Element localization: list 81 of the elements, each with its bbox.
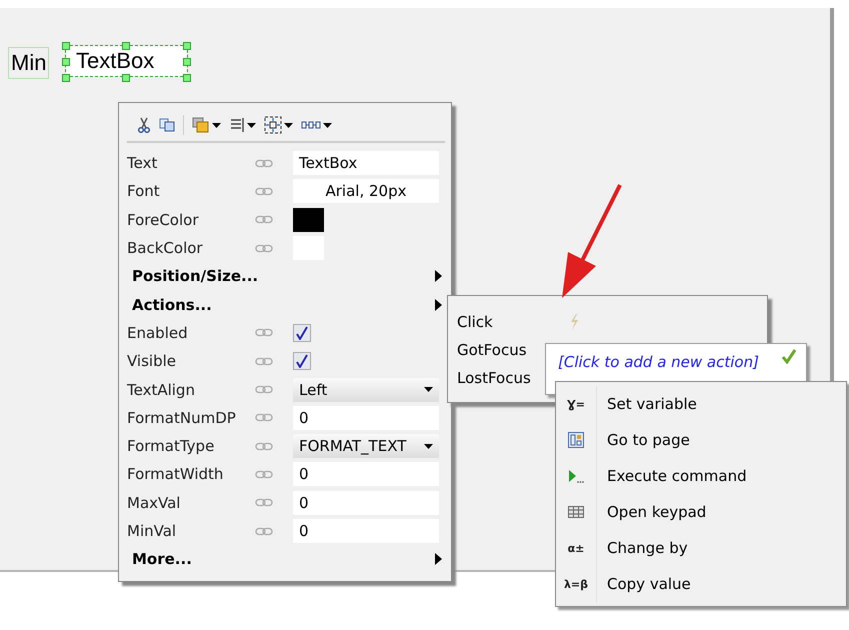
submenu-item[interactable]: Position/Size...	[127, 263, 445, 290]
checkbox[interactable]	[293, 352, 311, 370]
text-box-widget[interactable]: TextBox	[66, 46, 187, 76]
submenu-arrow-icon	[435, 553, 442, 566]
property-label: Text	[127, 154, 158, 172]
size-dropdown[interactable]	[264, 116, 293, 134]
property-label: TextAlign	[127, 380, 196, 399]
caret-icon	[424, 444, 433, 449]
property-label: FormatNumDP	[127, 408, 237, 427]
resize-handle[interactable]	[62, 74, 70, 82]
event-item[interactable]: LostFocus	[457, 369, 543, 387]
add-action-link[interactable]: [Click to add a new action]	[558, 353, 759, 371]
link-icon[interactable]	[255, 356, 273, 366]
property-value-field[interactable]: 0	[293, 406, 439, 430]
menu-item[interactable]: Set variable	[596, 386, 697, 422]
menu-item[interactable]: Execute command	[596, 458, 747, 494]
resize-handle[interactable]	[62, 42, 70, 50]
label-widget[interactable]: Min	[8, 47, 50, 79]
submenu-item[interactable]: Actions...	[127, 292, 445, 318]
menu-item[interactable]: Go to page	[596, 422, 690, 458]
submenu-item[interactable]: More...	[127, 546, 445, 572]
resize-handle[interactable]	[122, 74, 130, 82]
link-icon[interactable]	[255, 442, 273, 451]
property-label: FormatWidth	[127, 465, 224, 484]
event-item[interactable]: GotFocus	[457, 341, 543, 359]
property-value-field[interactable]: Arial, 20px	[293, 179, 439, 204]
property-dropdown[interactable]: Left	[293, 378, 439, 402]
caret-icon	[323, 122, 332, 128]
link-icon[interactable]	[255, 498, 273, 508]
property-label: Visible	[127, 352, 177, 370]
lightning-icon	[569, 314, 579, 330]
caret-icon	[247, 122, 256, 128]
property-label: MaxVal	[127, 494, 182, 512]
property-dropdown[interactable]: FORMAT_TEXT	[293, 434, 439, 458]
property-label: BackColor	[127, 239, 204, 258]
link-icon[interactable]	[255, 215, 273, 224]
menu-item[interactable]: Open keypad	[596, 494, 706, 530]
check-icon[interactable]	[781, 348, 797, 364]
checkbox[interactable]	[293, 324, 311, 342]
link-icon[interactable]	[255, 158, 273, 168]
submenu-arrow-icon	[435, 298, 442, 311]
link-icon[interactable]	[255, 413, 273, 422]
symbol-icon: λ=β	[564, 578, 588, 590]
resize-handle[interactable]	[62, 58, 70, 66]
property-label: MinVal	[127, 522, 178, 540]
property-value-field[interactable]: 0	[293, 519, 439, 543]
link-icon[interactable]	[255, 186, 273, 196]
property-label: ForeColor	[127, 210, 200, 229]
resize-handle[interactable]	[183, 58, 191, 66]
property-label: Enabled	[127, 324, 189, 342]
property-value-field[interactable]: 0	[293, 490, 439, 515]
property-value-field[interactable]: TextBox	[293, 151, 439, 176]
resize-handle[interactable]	[122, 42, 130, 50]
caret-icon	[424, 387, 433, 392]
caret-icon	[284, 122, 293, 128]
play-icon	[568, 468, 584, 484]
caret-icon	[212, 122, 221, 128]
link-icon[interactable]	[255, 385, 273, 394]
event-item[interactable]: Click	[457, 313, 543, 331]
cut-icon[interactable]	[137, 117, 151, 133]
property-value-field[interactable]: 0	[293, 462, 439, 486]
link-icon[interactable]	[255, 328, 273, 338]
symbol-icon: Ɣ=	[567, 398, 585, 410]
page-icon	[568, 432, 584, 448]
link-icon[interactable]	[255, 470, 273, 479]
resize-handle[interactable]	[183, 74, 191, 82]
symbol-icon: α±	[568, 542, 584, 554]
copy-icon[interactable]	[159, 118, 175, 132]
submenu-arrow-icon	[435, 270, 442, 282]
color-swatch[interactable]	[293, 208, 324, 232]
property-label: FormatType	[127, 437, 216, 456]
arrange-dropdown[interactable]	[192, 117, 221, 133]
link-icon[interactable]	[255, 526, 273, 536]
spacing-dropdown[interactable]	[301, 120, 332, 130]
keypad-icon	[568, 506, 584, 518]
resize-handle[interactable]	[183, 42, 191, 50]
menu-item[interactable]: Change by	[596, 530, 688, 566]
menu-item[interactable]: Copy value	[596, 566, 691, 602]
link-icon[interactable]	[255, 244, 273, 253]
property-label: Font	[127, 182, 161, 200]
align-dropdown[interactable]	[229, 117, 256, 133]
